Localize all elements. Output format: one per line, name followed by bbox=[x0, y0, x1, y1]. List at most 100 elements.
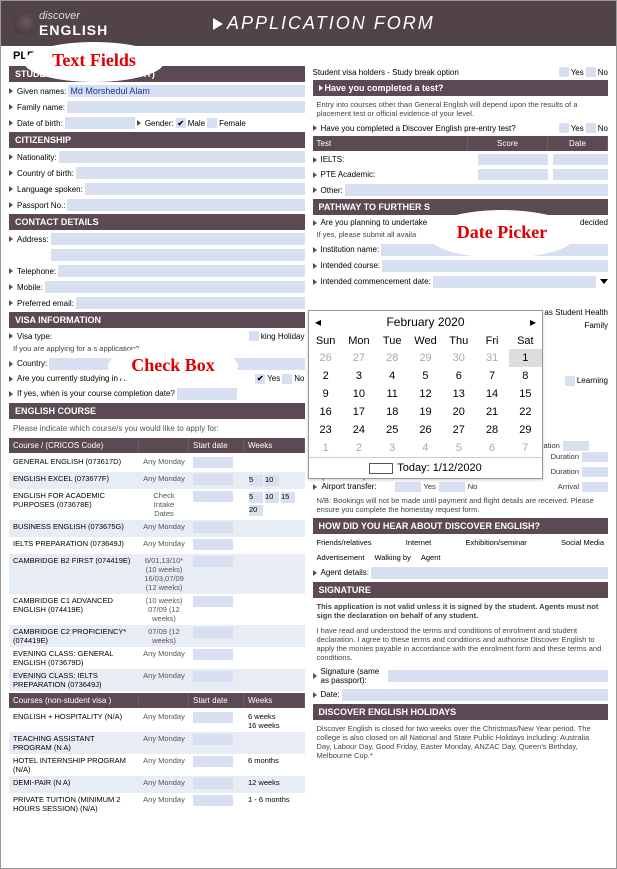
calendar-day[interactable]: 30 bbox=[442, 349, 475, 367]
calendar-day[interactable]: 7 bbox=[509, 439, 542, 457]
intended-date-input[interactable] bbox=[433, 276, 596, 288]
calendar-day[interactable]: 6 bbox=[442, 367, 475, 385]
email-input[interactable] bbox=[76, 297, 305, 309]
startdate-input[interactable] bbox=[193, 457, 233, 468]
startdate-input[interactable] bbox=[193, 596, 233, 607]
ns-startdate-input[interactable] bbox=[193, 756, 233, 767]
calendar-day[interactable]: 18 bbox=[376, 403, 409, 421]
telephone-input[interactable] bbox=[58, 265, 304, 277]
calendar-day[interactable]: 14 bbox=[475, 385, 508, 403]
calendar-day[interactable]: 31 bbox=[475, 349, 508, 367]
mobile-input[interactable] bbox=[45, 281, 305, 293]
startdate-input[interactable] bbox=[193, 627, 233, 638]
calendar-day[interactable]: 6 bbox=[475, 439, 508, 457]
ielts-score-input[interactable] bbox=[478, 154, 548, 165]
dur1-input[interactable] bbox=[563, 441, 589, 451]
ielts-date-input[interactable] bbox=[553, 154, 608, 165]
calendar-day[interactable]: 9 bbox=[309, 385, 342, 403]
ns-startdate-input[interactable] bbox=[193, 712, 233, 723]
calendar-day[interactable]: 17 bbox=[342, 403, 375, 421]
calendar-day[interactable]: 24 bbox=[342, 421, 375, 439]
intended-course-input[interactable] bbox=[382, 260, 608, 272]
calendar-day[interactable]: 25 bbox=[376, 421, 409, 439]
calendar-day[interactable]: 15 bbox=[509, 385, 542, 403]
startdate-input[interactable] bbox=[193, 649, 233, 660]
calendar-day[interactable]: 5 bbox=[409, 367, 442, 385]
startdate-input[interactable] bbox=[193, 522, 233, 533]
dur2-input[interactable] bbox=[582, 452, 608, 462]
calendar-day[interactable]: 23 bbox=[309, 421, 342, 439]
calendar-day[interactable]: 3 bbox=[342, 367, 375, 385]
calendar-day[interactable]: 11 bbox=[376, 385, 409, 403]
agent-details-input[interactable] bbox=[371, 567, 608, 579]
lang-input[interactable] bbox=[85, 183, 305, 195]
address-input-2[interactable] bbox=[51, 249, 305, 261]
passport-input[interactable] bbox=[67, 199, 304, 211]
calendar-day[interactable]: 19 bbox=[409, 403, 442, 421]
ns-startdate-input[interactable] bbox=[193, 795, 233, 806]
calendar-day[interactable]: 2 bbox=[342, 439, 375, 457]
calendar-day[interactable]: 26 bbox=[409, 421, 442, 439]
address-input-1[interactable] bbox=[51, 233, 305, 245]
calendar-day[interactable]: 4 bbox=[409, 439, 442, 457]
next-month-button[interactable]: ▸ bbox=[530, 315, 536, 329]
calendar-day[interactable]: 2 bbox=[309, 367, 342, 385]
ns-startdate-input[interactable] bbox=[193, 778, 233, 789]
date-picker-popup[interactable]: ◂ February 2020 ▸ SunMonTueWedThuFriSat2… bbox=[308, 310, 543, 479]
prev-month-button[interactable]: ◂ bbox=[315, 315, 321, 329]
pte-date-input[interactable] bbox=[553, 169, 608, 180]
airport-no[interactable] bbox=[439, 482, 465, 492]
completion-date-input[interactable] bbox=[177, 388, 237, 400]
calendar-day[interactable]: 8 bbox=[509, 367, 542, 385]
startdate-input[interactable] bbox=[193, 671, 233, 682]
preentry-no[interactable] bbox=[586, 123, 596, 133]
calendar-day[interactable]: 1 bbox=[309, 439, 342, 457]
date-dropdown-icon[interactable] bbox=[600, 279, 608, 284]
calendar-day[interactable]: 28 bbox=[376, 349, 409, 367]
calendar-day[interactable]: 5 bbox=[442, 439, 475, 457]
other-test-input[interactable] bbox=[345, 184, 608, 196]
sig-date-input[interactable] bbox=[342, 689, 608, 701]
today-label[interactable]: Today: 1/12/2020 bbox=[397, 462, 481, 474]
arrival-input[interactable] bbox=[582, 482, 608, 492]
calendar-day[interactable]: 27 bbox=[342, 349, 375, 367]
calendar-day[interactable]: 7 bbox=[475, 367, 508, 385]
dur3-input[interactable] bbox=[582, 467, 608, 477]
calendar-day[interactable]: 27 bbox=[442, 421, 475, 439]
studybreak-no[interactable] bbox=[586, 67, 596, 77]
calendar-day[interactable]: 20 bbox=[442, 403, 475, 421]
female-checkbox[interactable] bbox=[207, 118, 217, 128]
startdate-input[interactable] bbox=[193, 474, 233, 485]
calendar-day[interactable]: 1 bbox=[509, 349, 542, 367]
nationality-input[interactable] bbox=[59, 151, 305, 163]
pte-score-input[interactable] bbox=[478, 169, 548, 180]
learning-checkbox[interactable] bbox=[565, 376, 575, 386]
calendar-day[interactable]: 28 bbox=[475, 421, 508, 439]
calendar-day[interactable]: 29 bbox=[409, 349, 442, 367]
calendar-day[interactable]: 12 bbox=[409, 385, 442, 403]
calendar-day[interactable]: 26 bbox=[309, 349, 342, 367]
au-yes-checkbox[interactable]: ✔ bbox=[255, 374, 265, 384]
calendar-day[interactable]: 22 bbox=[509, 403, 542, 421]
airport-yes[interactable] bbox=[395, 482, 421, 492]
calendar-day[interactable]: 13 bbox=[442, 385, 475, 403]
cob-input[interactable] bbox=[76, 167, 305, 179]
studybreak-yes[interactable] bbox=[559, 67, 569, 77]
calendar-day[interactable]: 29 bbox=[509, 421, 542, 439]
ns-startdate-input[interactable] bbox=[193, 734, 233, 745]
dob-input[interactable] bbox=[65, 117, 135, 129]
au-no-checkbox[interactable] bbox=[282, 374, 292, 384]
startdate-input[interactable] bbox=[193, 539, 233, 550]
family-name-input[interactable] bbox=[67, 101, 304, 113]
calendar-day[interactable]: 4 bbox=[376, 367, 409, 385]
visa-wh-checkbox[interactable] bbox=[249, 331, 259, 341]
male-checkbox[interactable]: ✔ bbox=[176, 118, 186, 128]
given-names-input[interactable] bbox=[68, 85, 304, 97]
calendar-day[interactable]: 21 bbox=[475, 403, 508, 421]
calendar-day[interactable]: 3 bbox=[376, 439, 409, 457]
calendar-day[interactable]: 16 bbox=[309, 403, 342, 421]
preentry-yes[interactable] bbox=[559, 123, 569, 133]
signature-input[interactable] bbox=[388, 670, 609, 682]
startdate-input[interactable] bbox=[193, 491, 233, 502]
startdate-input[interactable] bbox=[193, 556, 233, 567]
